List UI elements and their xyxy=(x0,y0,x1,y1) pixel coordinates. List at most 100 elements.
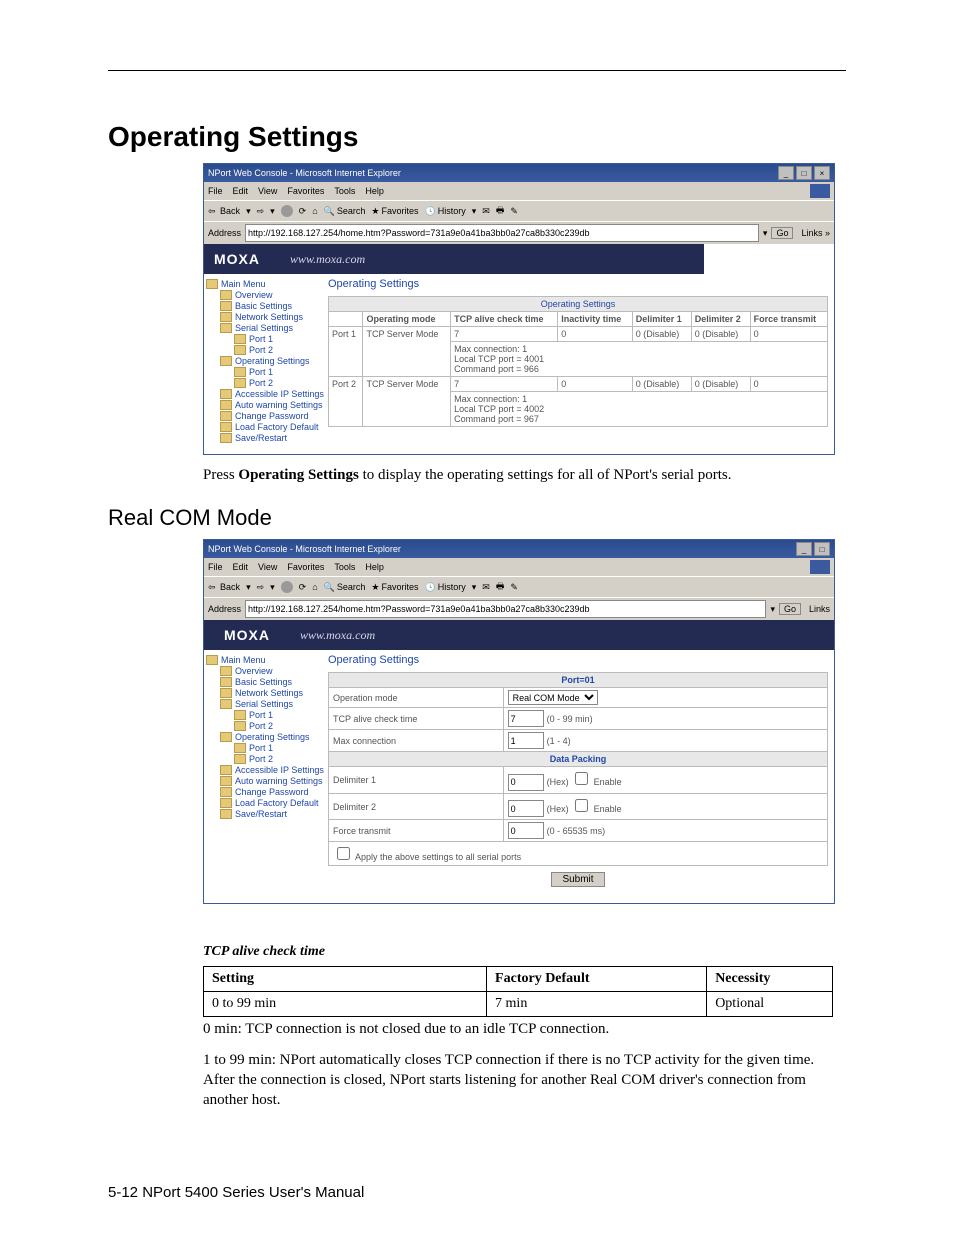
sidebar-serial-settings[interactable]: Serial Settings xyxy=(220,323,322,333)
go-button[interactable]: Go xyxy=(771,227,793,239)
col-default: Factory Default xyxy=(487,967,707,992)
minimize-icon[interactable]: _ xyxy=(778,166,794,180)
ie-toolbar: ⇦ Back ▾⇨▾ ⟳ ⌂ 🔍Search ★Favorites 🕓Histo… xyxy=(204,200,834,221)
sidebar-factory-default[interactable]: Load Factory Default xyxy=(220,422,322,432)
sidebar-network-settings[interactable]: Network Settings xyxy=(220,688,322,698)
menu-view[interactable]: View xyxy=(258,562,277,572)
menu-view[interactable]: View xyxy=(258,186,277,196)
address-input[interactable] xyxy=(245,600,766,618)
menu-file[interactable]: File xyxy=(208,562,223,572)
moxa-url: www.moxa.com xyxy=(290,252,365,267)
maximize-icon[interactable]: □ xyxy=(814,542,830,556)
menu-edit[interactable]: Edit xyxy=(233,562,249,572)
edit-icon[interactable]: ✎ xyxy=(510,582,518,593)
search-icon[interactable]: 🔍Search xyxy=(324,206,366,217)
delimiter1-enable-checkbox[interactable] xyxy=(575,772,588,785)
sidebar-auto-warning[interactable]: Auto warning Settings xyxy=(220,776,322,786)
sidebar-op-port2[interactable]: Port 2 xyxy=(234,754,322,764)
minimize-icon[interactable]: _ xyxy=(796,542,812,556)
links-label[interactable]: Links » xyxy=(801,228,830,238)
sidebar-main-menu[interactable]: Main Menu xyxy=(206,279,322,289)
favorites-icon[interactable]: ★Favorites xyxy=(371,582,418,593)
sidebar-operating-settings[interactable]: Operating Settings xyxy=(220,356,322,366)
close-icon[interactable]: × xyxy=(814,166,830,180)
refresh-icon[interactable]: ⟳ xyxy=(299,582,307,593)
address-input[interactable] xyxy=(245,224,759,242)
menu-favorites[interactable]: Favorites xyxy=(287,562,324,572)
sidebar-overview[interactable]: Overview xyxy=(220,666,322,676)
note-zero-min: 0 min: TCP connection is not closed due … xyxy=(203,1019,843,1039)
links-label[interactable]: Links xyxy=(809,604,830,614)
mail-icon[interactable]: ✉ xyxy=(482,582,490,593)
dropdown-icon[interactable]: ▾ xyxy=(763,228,768,239)
sidebar-op-port1[interactable]: Port 1 xyxy=(234,367,322,377)
stop-icon[interactable] xyxy=(281,581,293,593)
setting-heading: TCP alive check time xyxy=(203,944,846,960)
menu-tools[interactable]: Tools xyxy=(334,562,355,572)
sidebar-change-password[interactable]: Change Password xyxy=(220,787,322,797)
search-icon[interactable]: 🔍Search xyxy=(324,582,366,593)
apply-all-checkbox[interactable] xyxy=(337,847,350,860)
table-caption: Operating Settings xyxy=(328,296,828,311)
sidebar-save-restart[interactable]: Save/Restart xyxy=(220,433,322,443)
sidebar-accessible-ip[interactable]: Accessible IP Settings xyxy=(220,389,322,399)
dropdown-icon[interactable]: ▾ xyxy=(770,604,775,615)
menu-favorites[interactable]: Favorites xyxy=(287,186,324,196)
delimiter2-input[interactable] xyxy=(508,800,544,817)
sidebar-op-port1[interactable]: Port 1 xyxy=(234,743,322,753)
ie-window-title: NPort Web Console - Microsoft Internet E… xyxy=(208,168,401,178)
sidebar-auto-warning[interactable]: Auto warning Settings xyxy=(220,400,322,410)
sidebar-serial-port1[interactable]: Port 1 xyxy=(234,710,322,720)
sidebar-op-port2[interactable]: Port 2 xyxy=(234,378,322,388)
menu-edit[interactable]: Edit xyxy=(233,186,249,196)
sidebar-accessible-ip[interactable]: Accessible IP Settings xyxy=(220,765,322,775)
menu-help[interactable]: Help xyxy=(365,186,384,196)
section-title: Operating Settings xyxy=(108,121,846,153)
table-row: 0 to 99 min 7 min Optional xyxy=(204,992,833,1017)
print-icon[interactable]: 🖶 xyxy=(496,579,505,595)
console-heading: Operating Settings xyxy=(328,278,828,290)
port-header: Port=01 xyxy=(329,673,828,688)
home-icon[interactable]: ⌂ xyxy=(312,206,317,216)
force-transmit-input[interactable] xyxy=(508,822,544,839)
table-row: Port 2 TCP Server Mode 7 0 0 (Disable) 0… xyxy=(329,377,828,392)
operation-mode-select[interactable]: Real COM Mode xyxy=(508,690,598,705)
tcp-alive-input[interactable] xyxy=(508,710,544,727)
history-icon[interactable]: 🕓History xyxy=(425,582,466,593)
sidebar-main-menu[interactable]: Main Menu xyxy=(206,655,322,665)
maximize-icon[interactable]: □ xyxy=(796,166,812,180)
edit-icon[interactable]: ✎ xyxy=(510,206,518,217)
sidebar-serial-port2[interactable]: Port 2 xyxy=(234,721,322,731)
sidebar-save-restart[interactable]: Save/Restart xyxy=(220,809,322,819)
history-icon[interactable]: 🕓History xyxy=(425,206,466,217)
sidebar-operating-settings[interactable]: Operating Settings xyxy=(220,732,322,742)
favorites-icon[interactable]: ★Favorites xyxy=(371,206,418,217)
sidebar-serial-settings[interactable]: Serial Settings xyxy=(220,699,322,709)
go-button[interactable]: Go xyxy=(779,603,801,615)
address-label: Address xyxy=(208,604,241,614)
max-connection-input[interactable] xyxy=(508,732,544,749)
menu-tools[interactable]: Tools xyxy=(334,186,355,196)
refresh-icon[interactable]: ⟳ xyxy=(299,206,307,217)
sidebar-overview[interactable]: Overview xyxy=(220,290,322,300)
submit-button[interactable]: Submit xyxy=(551,872,604,887)
menu-help[interactable]: Help xyxy=(365,562,384,572)
sidebar-change-password[interactable]: Change Password xyxy=(220,411,322,421)
home-icon[interactable]: ⌂ xyxy=(312,582,317,592)
sidebar-factory-default[interactable]: Load Factory Default xyxy=(220,798,322,808)
label-delimiter2: Delimiter 2 xyxy=(329,793,504,820)
sidebar-basic-settings[interactable]: Basic Settings xyxy=(220,677,322,687)
sidebar-network-settings[interactable]: Network Settings xyxy=(220,312,322,322)
back-button[interactable]: ⇦ Back xyxy=(208,206,240,217)
back-button[interactable]: ⇦ Back xyxy=(208,582,240,593)
port-form: Port=01 Operation mode Real COM Mode TCP… xyxy=(328,672,828,866)
delimiter1-input[interactable] xyxy=(508,774,544,791)
sidebar-basic-settings[interactable]: Basic Settings xyxy=(220,301,322,311)
mail-icon[interactable]: ✉ xyxy=(482,206,490,217)
print-icon[interactable]: 🖶 xyxy=(496,203,505,219)
sidebar-serial-port2[interactable]: Port 2 xyxy=(234,345,322,355)
stop-icon[interactable] xyxy=(281,205,293,217)
menu-file[interactable]: File xyxy=(208,186,223,196)
sidebar-serial-port1[interactable]: Port 1 xyxy=(234,334,322,344)
delimiter2-enable-checkbox[interactable] xyxy=(575,799,588,812)
